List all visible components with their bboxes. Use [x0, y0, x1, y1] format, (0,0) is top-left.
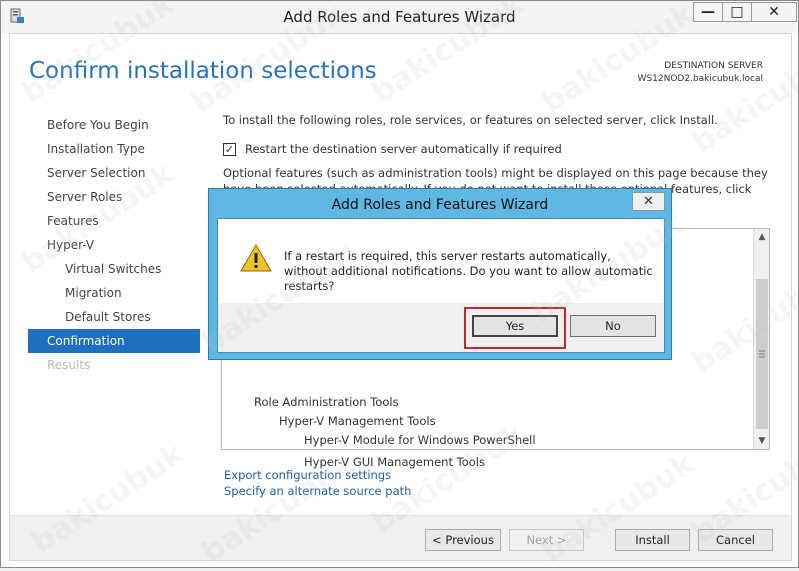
wizard-window: Add Roles and Features Wizard — □ ✕ Conf…	[0, 0, 799, 571]
install-button[interactable]: Install	[615, 529, 690, 551]
intro-text: To install the following roles, role ser…	[223, 113, 718, 127]
nav-installation-type[interactable]: Installation Type	[28, 137, 200, 161]
previous-button[interactable]: < Previous	[425, 529, 501, 551]
destination-label: DESTINATION SERVER	[664, 61, 763, 71]
list-item-hyperv-mgmt-tools: Hyper-V Management Tools	[279, 414, 436, 428]
minimize-button[interactable]: —	[693, 2, 723, 22]
restart-option[interactable]: ✓ Restart the destination server automat…	[223, 142, 562, 156]
restart-checkbox-label[interactable]: Restart the destination server automatic…	[245, 142, 562, 156]
nav-confirmation[interactable]: Confirmation	[28, 329, 200, 353]
no-button[interactable]: No	[570, 315, 656, 337]
scroll-down-arrow-icon[interactable]: ▼	[754, 433, 770, 449]
warning-icon	[240, 244, 272, 272]
destination-server-name: WS12NOD2.bakicubuk.local	[637, 74, 763, 84]
nav-default-stores[interactable]: Default Stores	[28, 305, 200, 329]
dialog-close-button[interactable]: ✕	[632, 192, 665, 211]
close-button[interactable]: ✕	[751, 2, 797, 22]
scroll-up-arrow-icon[interactable]: ▲	[754, 229, 770, 245]
nav-migration[interactable]: Migration	[28, 281, 200, 305]
destination-server: DESTINATION SERVER WS12NOD2.bakicubuk.lo…	[638, 60, 763, 86]
list-item-role-admin-tools: Role Administration Tools	[254, 395, 399, 409]
dialog-title: Add Roles and Features Wizard	[331, 197, 549, 213]
restart-checkbox[interactable]: ✓	[223, 142, 236, 156]
nav-results: Results	[47, 358, 91, 372]
maximize-button[interactable]: □	[722, 2, 752, 22]
nav-before-you-begin[interactable]: Before You Begin	[28, 113, 200, 137]
